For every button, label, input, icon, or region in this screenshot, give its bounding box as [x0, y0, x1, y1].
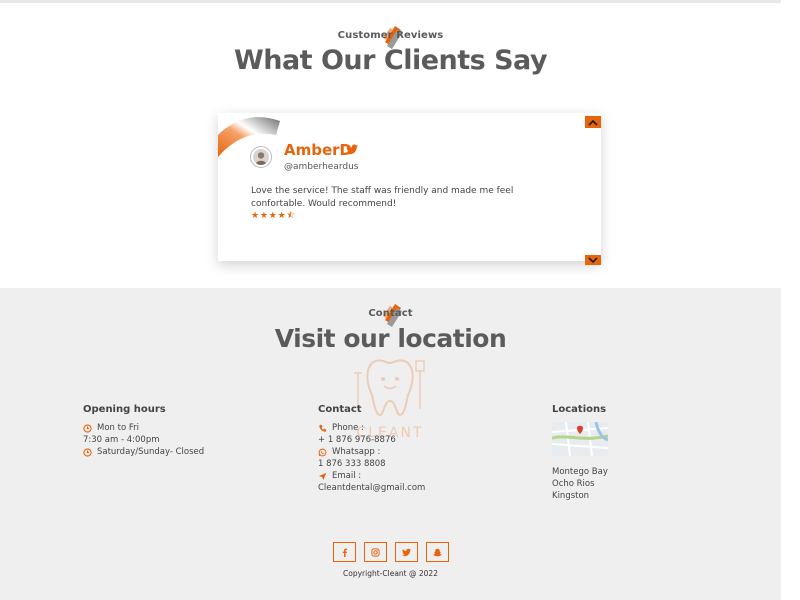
locations-column: Locations Montego Bay Ocho Rios Kingston	[551, 404, 609, 502]
star-rating: ★★★★⯪	[251, 211, 296, 221]
carousel-prev-button[interactable]	[585, 116, 601, 128]
phone-label-row: Phone :	[318, 422, 425, 434]
opening-hours-column: Opening hours Mon to Fri 7:30 am - 4:00p…	[83, 404, 204, 458]
review-card: AmberD @amberheardus Love the service! T…	[218, 113, 601, 261]
reviews-badge-label: Customer Reviews	[337, 30, 444, 41]
chevron-down-icon	[588, 256, 598, 263]
send-icon	[318, 472, 327, 480]
map-thumbnail[interactable]	[551, 421, 609, 457]
whatsapp-number[interactable]: 1 876 333 8808	[318, 458, 425, 470]
whatsapp-label: Whatsapp :	[332, 447, 381, 457]
phone-label: Phone :	[332, 423, 364, 433]
email-address[interactable]: Cleantdental@gmail.com	[318, 482, 425, 494]
social-links	[333, 542, 449, 562]
facebook-button[interactable]	[333, 542, 356, 562]
contact-info-column: Contact Phone : + 1 876 976-8876 Whatsap…	[318, 404, 425, 494]
twitter-icon	[402, 548, 411, 556]
instagram-button[interactable]	[364, 542, 387, 562]
snapchat-button[interactable]	[426, 542, 449, 562]
hours-weekday-days: Mon to Fri	[97, 423, 139, 433]
review-text: Love the service! The staff was friendly…	[251, 186, 514, 209]
location-ocho-rios: Ocho Rios	[552, 479, 595, 489]
contact-info-title: Contact	[318, 404, 362, 415]
reviews-title: What Our Clients Say	[233, 45, 548, 76]
phone-number[interactable]: + 1 876 976-8876	[318, 434, 425, 446]
whatsapp-label-row: Whatsapp :	[318, 446, 425, 458]
carousel-next-button[interactable]	[585, 255, 601, 265]
snapchat-icon	[433, 548, 442, 556]
hours-weekend-text: Saturday/Sunday- Closed	[97, 447, 205, 457]
instagram-icon	[371, 547, 380, 557]
twitter-icon[interactable]	[346, 144, 358, 155]
reviewer-name: AmberD	[284, 141, 352, 159]
chevron-up-icon	[588, 119, 598, 126]
reviewer-avatar	[251, 147, 271, 167]
locations-title: Locations	[552, 404, 607, 415]
page-scrollbar[interactable]	[781, 0, 800, 600]
facebook-icon	[342, 548, 348, 557]
hours-weekend: Saturday/Sunday- Closed	[83, 446, 204, 458]
email-label-row: Email :	[318, 470, 425, 482]
reviews-badge: Customer Reviews	[311, 26, 471, 49]
opening-hours-title: Opening hours	[83, 404, 166, 415]
clock-icon	[83, 423, 92, 433]
reviewer-handle: @amberheardus	[284, 162, 359, 172]
phone-icon	[319, 424, 327, 432]
email-label: Email :	[332, 471, 362, 481]
hours-weekday-label: Mon to Fri	[83, 422, 204, 434]
copyright-text: Copyright-Cleant @ 2022	[343, 569, 438, 578]
contact-badge-label: Contact	[368, 308, 413, 319]
contact-section: Contact Visit our location CLEANT Openin…	[0, 288, 781, 600]
clock-icon	[83, 447, 92, 457]
contact-badge: Contact	[311, 304, 471, 327]
contact-title: Visit our location	[274, 324, 507, 353]
whatsapp-icon	[318, 448, 327, 456]
hours-weekday-time: 7:30 am - 4:00pm	[83, 435, 160, 445]
location-montego-bay: Montego Bay	[552, 467, 608, 477]
location-kingston: Kingston	[552, 491, 590, 501]
twitter-button[interactable]	[395, 542, 418, 562]
